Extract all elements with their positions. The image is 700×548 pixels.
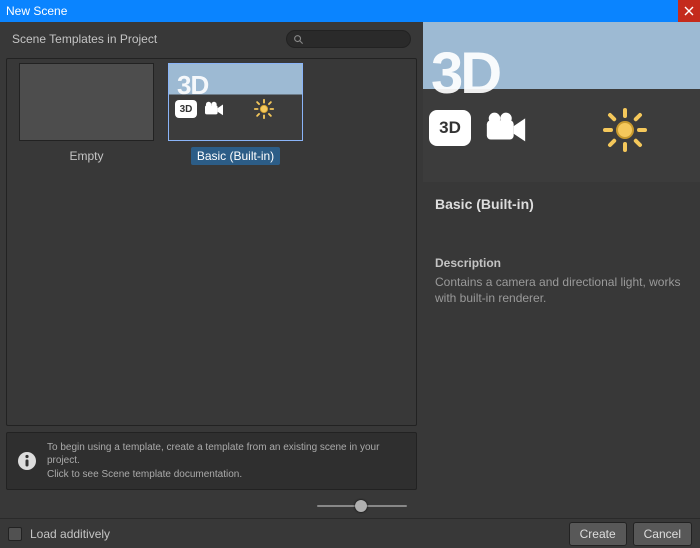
create-button[interactable]: Create: [569, 522, 627, 546]
footer-left: Load additively: [8, 527, 110, 541]
cancel-button[interactable]: Cancel: [633, 522, 692, 546]
search-input[interactable]: [286, 30, 411, 48]
template-empty-thumb: [19, 63, 154, 141]
sun-icon: [253, 98, 275, 120]
hint-box[interactable]: To begin using a template, create a temp…: [6, 432, 417, 491]
sun-icon: [601, 106, 649, 154]
section-title: Scene Templates in Project: [12, 32, 157, 46]
badge-3d-icon: 3D: [429, 110, 471, 146]
close-button[interactable]: [678, 0, 700, 22]
description-text: Contains a camera and directional light,…: [435, 274, 688, 306]
load-additively-checkbox[interactable]: [8, 527, 22, 541]
left-header: Scene Templates in Project: [0, 22, 423, 58]
description-header: Description: [435, 256, 688, 270]
camera-icon: [483, 108, 529, 148]
footer-buttons: Create Cancel: [569, 522, 692, 546]
right-panel: 3D 3D Basic (Built-in) Description Conta…: [423, 22, 700, 518]
preview-3d-text: 3D: [431, 40, 499, 107]
thumbnail-size-row: [0, 496, 423, 518]
close-icon: [684, 6, 694, 16]
template-basic-thumb: 3D 3D: [168, 63, 303, 141]
hint-text: To begin using a template, create a temp…: [47, 441, 406, 482]
hint-line2: Click to see Scene template documentatio…: [47, 468, 406, 482]
template-empty[interactable]: Empty: [19, 63, 154, 165]
titlebar: New Scene: [0, 0, 700, 22]
detail-title: Basic (Built-in): [435, 196, 688, 212]
template-label: Empty: [63, 147, 109, 165]
preview-3d-text: 3D: [177, 70, 208, 101]
info-icon: [17, 451, 37, 471]
template-grid: Empty 3D 3D Basic (Built-in): [6, 58, 417, 426]
preview-pane: 3D 3D: [423, 22, 700, 182]
thumbnail-size-slider[interactable]: [317, 500, 407, 512]
left-panel: Scene Templates in Project Empty 3D 3D B…: [0, 22, 423, 518]
window-title: New Scene: [6, 4, 67, 18]
hint-line1: To begin using a template, create a temp…: [47, 441, 406, 468]
load-additively-label: Load additively: [30, 527, 110, 541]
main-area: Scene Templates in Project Empty 3D 3D B…: [0, 22, 700, 518]
template-basic[interactable]: 3D 3D Basic (Built-in): [168, 63, 303, 165]
badge-3d-icon: 3D: [175, 100, 197, 118]
template-label: Basic (Built-in): [191, 147, 280, 165]
camera-icon: [203, 100, 225, 118]
detail-pane: Basic (Built-in) Description Contains a …: [423, 182, 700, 320]
search-icon: [293, 34, 304, 45]
slider-knob[interactable]: [355, 500, 367, 512]
footer: Load additively Create Cancel: [0, 518, 700, 548]
